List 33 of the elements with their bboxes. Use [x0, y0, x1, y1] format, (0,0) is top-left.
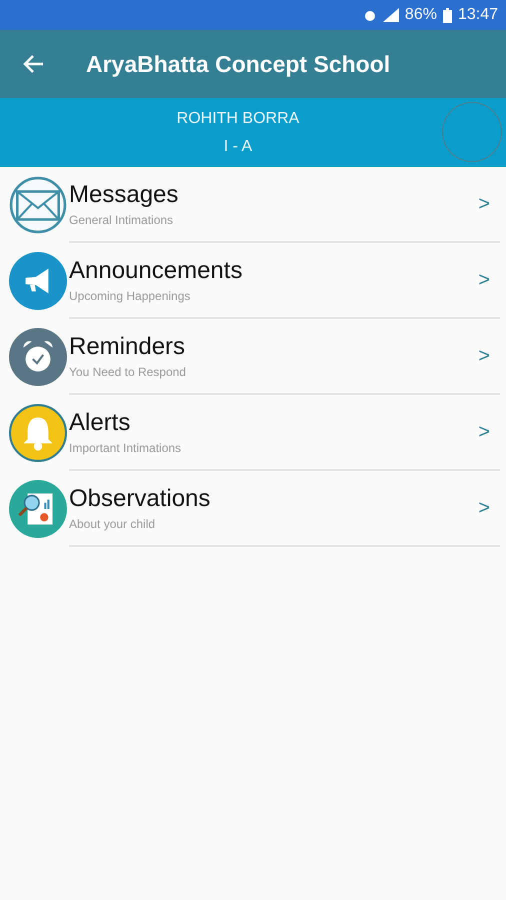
alarm-icon: [362, 8, 377, 22]
signal-icon: [382, 8, 399, 22]
menu-item[interactable]: Reminders You Need to Respond >: [0, 319, 506, 395]
battery-icon: [442, 8, 452, 22]
item-subtitle: You Need to Respond: [69, 365, 187, 379]
megaphone-icon: [9, 252, 67, 310]
chevron-icon: >: [478, 420, 490, 444]
menu-item[interactable]: Alerts Important Intimations >: [0, 395, 506, 471]
battery-percent: 86%: [404, 6, 437, 24]
chevron-icon: >: [478, 344, 490, 368]
item-subtitle: General Intimations: [69, 213, 174, 227]
chevron-icon: >: [478, 268, 490, 292]
item-title: Alerts: [69, 409, 132, 437]
item-subtitle: Upcoming Happenings: [69, 289, 192, 303]
item-title: Messages: [69, 181, 180, 209]
chevron-icon: >: [478, 192, 490, 216]
item-title: Reminders: [69, 333, 186, 361]
menu-item[interactable]: Announcements Upcoming Happenings >: [0, 243, 506, 319]
menu-item[interactable]: Observations About your child >: [0, 471, 506, 547]
item-subtitle: About your child: [69, 517, 156, 531]
item-subtitle: Important Intimations: [69, 441, 182, 455]
alarm-clock-icon: [9, 328, 67, 386]
app-title: AryaBhatta Concept School: [86, 50, 390, 78]
bell-icon: [9, 404, 67, 462]
student-name: ROHITH BORRA: [176, 110, 300, 128]
item-title: Observations: [69, 485, 212, 513]
envelope-icon: [9, 176, 67, 234]
menu-item[interactable]: Messages General Intimations >: [0, 167, 506, 243]
student-class: I - A: [224, 138, 252, 156]
chevron-icon: >: [478, 496, 490, 520]
report-icon: [9, 480, 67, 538]
clock-time: 13:47: [458, 6, 498, 24]
item-title: Announcements: [69, 257, 244, 285]
